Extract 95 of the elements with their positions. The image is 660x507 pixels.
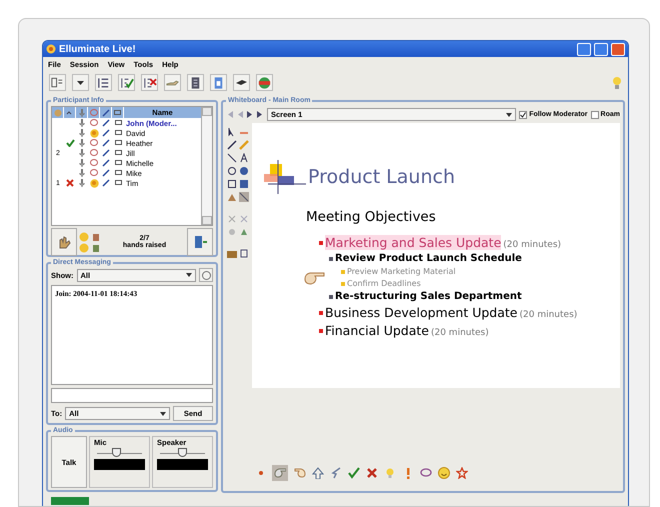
bullet-text: Re-structuring Sales Department bbox=[335, 291, 522, 302]
nav-button[interactable] bbox=[246, 110, 254, 119]
toolbar-button[interactable] bbox=[95, 74, 112, 91]
exit-button[interactable] bbox=[187, 228, 213, 256]
copy-icon[interactable] bbox=[239, 249, 249, 259]
cross-icon bbox=[66, 179, 74, 187]
caret-icon bbox=[77, 80, 84, 84]
bullet-note: (20 minutes) bbox=[503, 240, 562, 250]
annotation-tool[interactable] bbox=[347, 466, 360, 480]
logo-drawing bbox=[264, 160, 306, 194]
nav-button[interactable] bbox=[256, 110, 264, 119]
text-tool-icon[interactable] bbox=[239, 153, 249, 163]
toolbar-button[interactable] bbox=[141, 74, 158, 91]
status-indicator bbox=[51, 497, 89, 505]
check-icon bbox=[66, 139, 74, 147]
square-icon[interactable] bbox=[227, 179, 237, 189]
bullet-note: (20 minutes) bbox=[520, 310, 578, 320]
previous-icon bbox=[236, 110, 244, 119]
caret-icon bbox=[160, 412, 166, 416]
caret-icon bbox=[186, 273, 192, 277]
up-arrow-icon bbox=[312, 467, 324, 479]
toolbar-button[interactable] bbox=[118, 74, 135, 91]
bullet-icon bbox=[319, 240, 323, 244]
line-icon[interactable] bbox=[227, 153, 237, 163]
bullet-text: Financial Update bbox=[325, 323, 429, 338]
marker-icon[interactable] bbox=[239, 140, 249, 150]
microphone-icon bbox=[79, 119, 85, 127]
cross-icon bbox=[366, 467, 378, 479]
bullet-note: (20 minutes) bbox=[430, 328, 489, 338]
scrollbar[interactable] bbox=[201, 107, 212, 225]
bullet-text: Business Development Update bbox=[325, 305, 518, 320]
first-icon bbox=[226, 110, 234, 119]
microphone-icon bbox=[79, 149, 85, 157]
annotation-tool[interactable] bbox=[311, 466, 324, 480]
toolbar-button[interactable] bbox=[72, 74, 89, 91]
bullet-icon bbox=[319, 310, 323, 314]
annotation-tool[interactable] bbox=[329, 466, 342, 480]
level-meter bbox=[157, 459, 208, 470]
slide-title: Product Launch bbox=[308, 166, 455, 188]
folder-icon[interactable] bbox=[227, 249, 237, 259]
maximize-button[interactable] bbox=[594, 42, 608, 56]
check-icon bbox=[348, 467, 360, 479]
levels-icon bbox=[66, 108, 74, 116]
roam-checkbox[interactable] bbox=[590, 110, 599, 118]
bullet-icon bbox=[329, 294, 333, 298]
microphone-icon bbox=[79, 159, 85, 167]
bullet-icon bbox=[319, 328, 323, 332]
pointing-hand-icon bbox=[304, 271, 326, 285]
door-icon bbox=[192, 234, 208, 250]
caret-icon bbox=[506, 112, 512, 116]
bullet-text: Review Product Launch Schedule bbox=[335, 253, 522, 264]
microphone-icon bbox=[79, 169, 85, 177]
filled-square-icon[interactable] bbox=[239, 179, 249, 189]
toolbar-button[interactable] bbox=[233, 74, 250, 91]
bulb-icon[interactable] bbox=[612, 76, 622, 90]
raise-hand-button[interactable] bbox=[51, 228, 77, 256]
app-icon bbox=[46, 44, 56, 54]
toolbar-button[interactable] bbox=[187, 74, 204, 91]
window-title: Elluminate Live! bbox=[59, 44, 137, 54]
microphone-icon bbox=[78, 108, 84, 116]
speaking-icon bbox=[90, 178, 98, 188]
slide-subtitle: Meeting Objectives bbox=[306, 209, 437, 225]
follow-checkbox[interactable] bbox=[519, 110, 528, 118]
microphone-icon bbox=[79, 179, 85, 187]
next-icon bbox=[246, 110, 254, 119]
last-icon bbox=[256, 110, 264, 119]
toolbar-button[interactable] bbox=[49, 74, 66, 91]
circle-icon[interactable] bbox=[227, 166, 237, 176]
annotation-tool[interactable] bbox=[419, 466, 432, 480]
bullet-icon bbox=[341, 270, 345, 274]
bullet-text: Confirm Deadlines bbox=[347, 279, 421, 288]
message-input[interactable] bbox=[51, 388, 213, 403]
bullet-text: Preview Marketing Material bbox=[347, 267, 456, 276]
filled-circle-icon[interactable] bbox=[239, 166, 249, 176]
bullet-icon bbox=[329, 256, 333, 260]
microphone-icon bbox=[79, 129, 85, 137]
level-meter bbox=[94, 459, 145, 470]
speech-bubble-icon bbox=[420, 467, 432, 479]
minimize-button[interactable] bbox=[577, 42, 591, 56]
clock-button[interactable] bbox=[199, 268, 213, 282]
speaking-icon bbox=[90, 128, 98, 138]
bullet-text: Marketing and Sales Update bbox=[325, 235, 502, 250]
bulb-icon bbox=[384, 467, 396, 479]
microphone-icon bbox=[79, 139, 85, 147]
bullet-icon bbox=[341, 282, 345, 286]
globe-icon bbox=[257, 74, 272, 90]
annotation-tool[interactable] bbox=[272, 465, 288, 481]
annotation-tool[interactable] bbox=[455, 466, 468, 480]
pointing-hand-icon bbox=[274, 467, 286, 479]
clock-icon bbox=[202, 270, 210, 280]
check-icon bbox=[520, 112, 526, 118]
pen-icon[interactable] bbox=[227, 140, 237, 150]
star-icon bbox=[456, 467, 468, 479]
annotation-tool[interactable] bbox=[365, 466, 378, 480]
close-button[interactable] bbox=[611, 42, 625, 56]
